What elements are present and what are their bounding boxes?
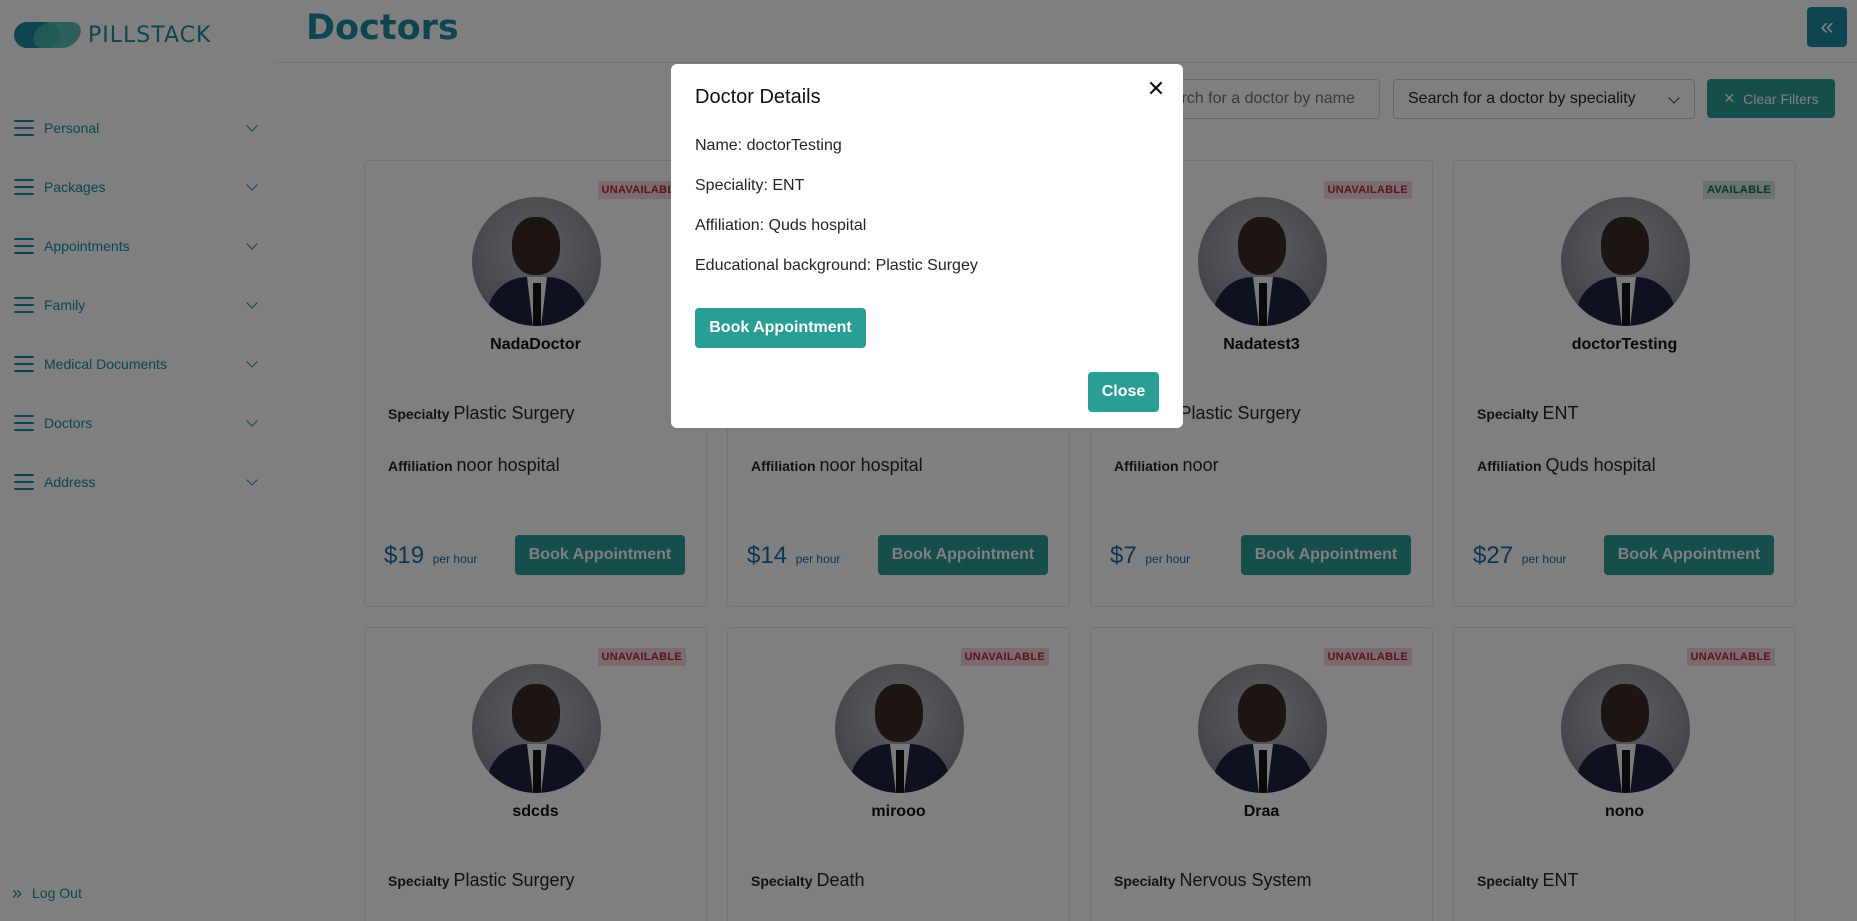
modal-education-line: Educational background: Plastic Surgey [695, 257, 978, 274]
modal-title: Doctor Details [695, 86, 821, 108]
close-icon[interactable]: ✕ [1145, 78, 1167, 100]
modal-book-appointment-button[interactable]: Book Appointment [695, 308, 866, 348]
modal-name-line: Name: doctorTesting [695, 137, 842, 154]
modal-speciality-line: Speciality: ENT [695, 177, 805, 194]
modal-affiliation-line: Affiliation: Quds hospital [695, 217, 867, 234]
doctor-details-modal: Doctor Details ✕ Name: doctorTesting Spe… [671, 64, 1183, 428]
modal-close-button[interactable]: Close [1088, 372, 1159, 412]
